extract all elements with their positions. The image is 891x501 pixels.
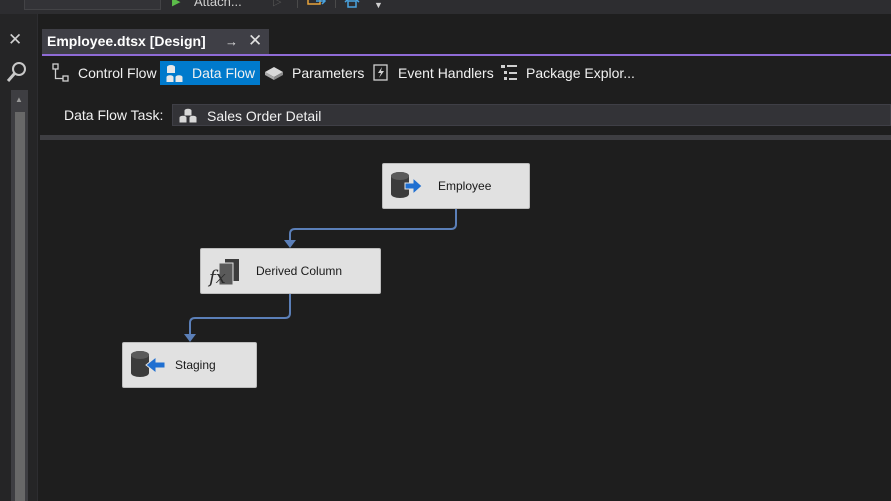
solution-config-combo[interactable] bbox=[24, 0, 161, 10]
tab-title: Employee.dtsx [Design] bbox=[47, 33, 206, 49]
document-tab[interactable]: Employee.dtsx [Design] → ✕ bbox=[42, 29, 269, 54]
close-tab-icon[interactable]: ✕ bbox=[248, 31, 262, 51]
component-derived-column[interactable]: fx Derived Column bbox=[200, 248, 381, 294]
derived-column-icon: fx bbox=[207, 259, 239, 288]
start-without-debug-icon[interactable]: ▷ bbox=[273, 0, 281, 8]
tab-label: Package Explor... bbox=[526, 65, 635, 81]
start-icon[interactable]: ▶ bbox=[172, 0, 180, 8]
hot-reload-icon[interactable] bbox=[307, 0, 327, 8]
parameters-icon bbox=[265, 67, 283, 80]
chevron-down-icon[interactable]: ▼ bbox=[374, 0, 383, 10]
data-flow-icon bbox=[166, 65, 183, 82]
tab-data-flow[interactable]: Data Flow bbox=[160, 61, 261, 85]
toolbar-separator bbox=[297, 0, 298, 8]
close-icon[interactable]: ✕ bbox=[8, 31, 22, 48]
component-label: Employee bbox=[438, 179, 492, 193]
event-handlers-icon bbox=[373, 64, 388, 81]
tab-package-explorer[interactable]: Package Explor... bbox=[494, 61, 640, 85]
svg-text:fx: fx bbox=[207, 267, 226, 288]
task-selector-label: Data Flow Task: bbox=[64, 107, 164, 123]
scroll-up-icon[interactable]: ▲ bbox=[15, 95, 23, 104]
scrollbar-thumb[interactable] bbox=[15, 112, 25, 501]
designer-tabs: Control Flow Data Flow Parameters Event … bbox=[38, 56, 891, 89]
ole-db-source-icon bbox=[391, 172, 423, 198]
attach-button[interactable]: Attach... bbox=[194, 0, 242, 9]
control-flow-icon bbox=[52, 63, 69, 82]
home-icon[interactable] bbox=[343, 0, 363, 8]
tab-control-flow[interactable]: Control Flow bbox=[46, 61, 162, 85]
tab-event-handlers[interactable]: Event Handlers bbox=[366, 61, 499, 85]
data-flow-task-icon bbox=[179, 108, 197, 123]
tab-label: Data Flow bbox=[192, 65, 256, 81]
ole-db-destination-icon bbox=[131, 351, 166, 377]
component-label: Staging bbox=[175, 358, 216, 372]
component-staging[interactable]: Staging bbox=[122, 342, 257, 388]
package-explorer-icon bbox=[501, 65, 517, 80]
tab-parameters[interactable]: Parameters bbox=[258, 61, 369, 85]
tab-label: Event Handlers bbox=[398, 65, 494, 81]
task-selector-value: Sales Order Detail bbox=[207, 108, 322, 124]
data-flow-task-dropdown[interactable]: Sales Order Detail bbox=[172, 104, 891, 126]
component-label: Derived Column bbox=[256, 264, 343, 278]
toolbar-separator bbox=[335, 0, 336, 8]
pin-icon[interactable]: → bbox=[225, 34, 238, 49]
tab-label: Control Flow bbox=[78, 65, 157, 81]
search-icon[interactable] bbox=[6, 61, 28, 83]
component-employee[interactable]: Employee bbox=[382, 163, 530, 209]
tab-label: Parameters bbox=[292, 65, 365, 81]
